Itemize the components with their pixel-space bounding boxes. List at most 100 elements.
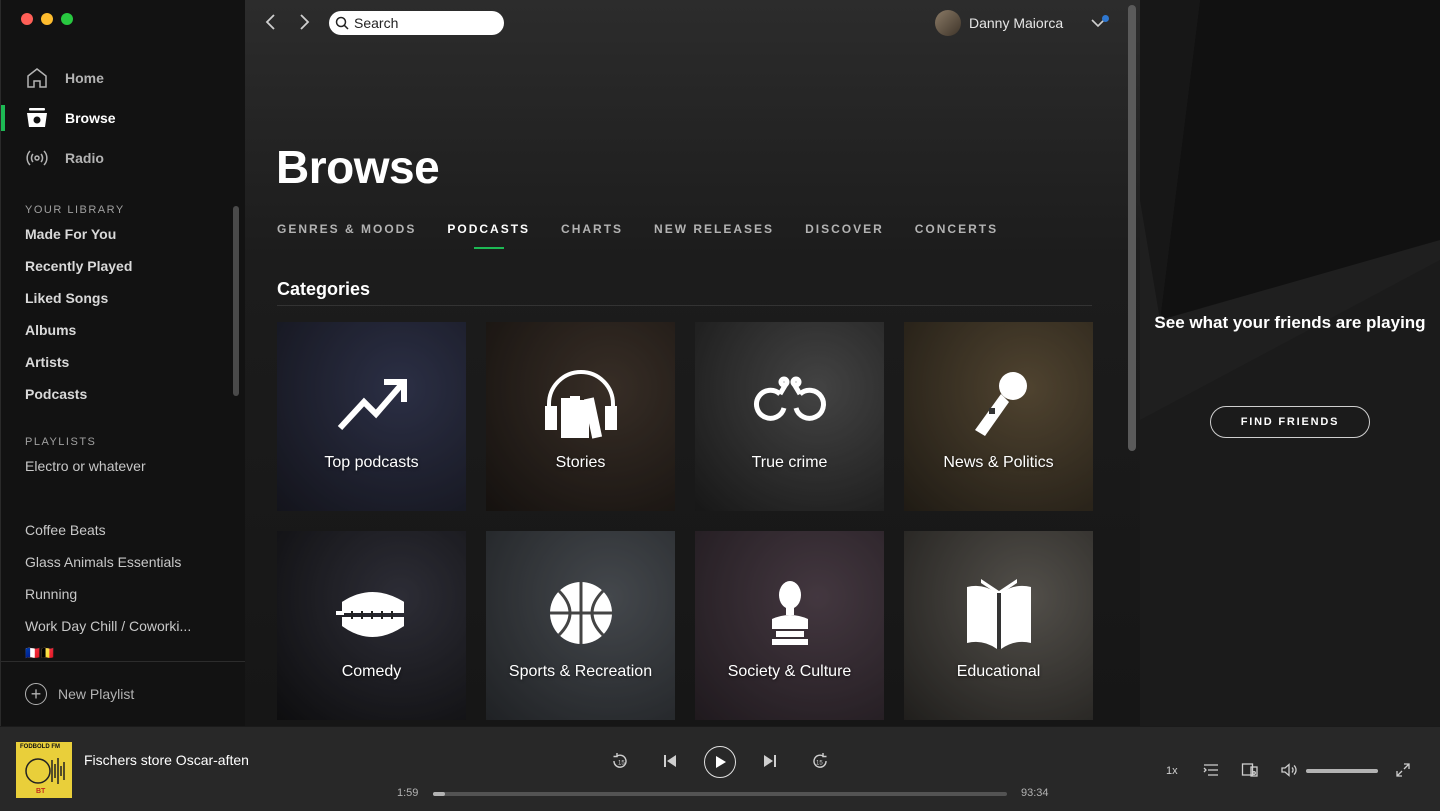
bust-icon <box>771 581 808 645</box>
library-liked-songs[interactable]: Liked Songs <box>25 290 108 306</box>
svg-text:15: 15 <box>618 761 625 767</box>
category-card-sports-recreation[interactable]: Sports & Recreation <box>486 531 675 720</box>
next-track-icon[interactable] <box>760 751 780 771</box>
playback-speed-button[interactable]: 1x <box>1166 765 1178 777</box>
cover-text-bottom: BT <box>36 788 46 795</box>
category-label: Comedy <box>341 663 402 680</box>
page-title: Browse <box>276 141 440 193</box>
back-arrow-icon[interactable] <box>261 12 281 32</box>
microphone-icon <box>974 372 1027 436</box>
tab-charts[interactable]: CHARTS <box>561 222 623 246</box>
search-icon <box>335 16 349 30</box>
library-made-for-you[interactable]: Made For You <box>25 226 116 242</box>
skip-back-15-icon[interactable]: 15 <box>610 751 630 771</box>
category-grid: Top podcasts Stories True crime News & P… <box>277 322 1093 720</box>
library-recently-played[interactable]: Recently Played <box>25 258 132 274</box>
basketball-icon <box>549 582 612 644</box>
volume-icon[interactable] <box>1280 761 1298 779</box>
queue-icon[interactable] <box>1202 761 1220 779</box>
progress-bar[interactable] <box>433 792 1007 796</box>
browse-icon <box>27 108 47 127</box>
top-bar: Danny Maiorca <box>245 0 1125 46</box>
category-label: Educational <box>956 663 1041 680</box>
category-label: True crime <box>751 454 828 471</box>
tab-discover[interactable]: DISCOVER <box>805 222 884 246</box>
headphones-books-icon <box>544 370 617 439</box>
playlist-item[interactable]: Coffee Beats <box>25 522 106 538</box>
category-card-educational[interactable]: Educational <box>904 531 1093 720</box>
open-book-icon <box>966 579 1031 649</box>
playlist-item[interactable]: Glass Animals Essentials <box>25 554 181 570</box>
playlist-item[interactable]: Running <box>25 586 77 602</box>
time-elapsed: 1:59 <box>397 787 419 799</box>
wind-up-teeth-icon <box>335 592 404 637</box>
volume-slider[interactable] <box>1306 769 1378 773</box>
cover-art-graphic <box>25 758 65 784</box>
cover-text-top: FODBOLD FM <box>20 744 60 750</box>
nav-home-label: Home <box>65 70 104 86</box>
sidebar-scrollbar[interactable] <box>233 206 239 396</box>
home-icon <box>27 68 47 88</box>
fullscreen-icon[interactable] <box>1394 761 1412 779</box>
category-card-stories[interactable]: Stories <box>486 322 675 511</box>
tab-concerts[interactable]: CONCERTS <box>915 222 998 246</box>
previous-track-icon[interactable] <box>660 751 680 771</box>
category-card-society-culture[interactable]: Society & Culture <box>695 531 884 720</box>
user-menu[interactable]: Danny Maiorca <box>935 10 1063 36</box>
category-label: Top podcasts <box>324 454 419 471</box>
tab-new-releases[interactable]: NEW RELEASES <box>654 222 774 246</box>
search-input[interactable] <box>354 15 494 31</box>
trending-up-icon <box>337 379 407 431</box>
minimize-window-button[interactable] <box>41 13 53 25</box>
new-playlist-label: New Playlist <box>58 686 135 702</box>
play-icon <box>716 756 726 768</box>
user-name: Danny Maiorca <box>969 15 1064 31</box>
nav-radio[interactable]: Radio <box>1 138 246 178</box>
tab-podcasts[interactable]: PODCASTS <box>447 222 530 249</box>
zoom-window-button[interactable] <box>61 13 73 25</box>
category-card-true-crime[interactable]: True crime <box>695 322 884 511</box>
forward-arrow-icon[interactable] <box>294 12 314 32</box>
category-card-comedy[interactable]: Comedy <box>277 531 466 720</box>
nav-browse[interactable]: Browse <box>1 98 246 138</box>
section-title: Categories <box>277 279 371 299</box>
tab-genres-moods[interactable]: GENRES & MOODS <box>277 222 416 246</box>
new-playlist-button[interactable]: + New Playlist <box>1 661 246 726</box>
library-podcasts[interactable]: Podcasts <box>25 386 87 402</box>
window-controls <box>21 13 73 25</box>
progress-fill <box>433 792 446 796</box>
playlists-heading: PLAYLISTS <box>25 436 97 448</box>
category-label: Society & Culture <box>727 663 852 680</box>
player-bar: FODBOLD FM BT Fischers store Oscar-aften… <box>0 726 1440 811</box>
play-button[interactable] <box>704 746 736 778</box>
category-card-news-politics[interactable]: News & Politics <box>904 322 1093 511</box>
browse-tabs: GENRES & MOODS PODCASTS CHARTS NEW RELEA… <box>277 222 1029 249</box>
main-scrollbar[interactable] <box>1128 5 1136 451</box>
plus-circle-icon: + <box>25 683 47 705</box>
search-box[interactable] <box>329 11 504 35</box>
track-title[interactable]: Fischers store Oscar-aften <box>84 752 249 768</box>
nav-home[interactable]: Home <box>1 58 246 98</box>
library-artists[interactable]: Artists <box>25 354 69 370</box>
playlist-item[interactable]: Electro or whatever <box>25 458 146 474</box>
nav-browse-label: Browse <box>65 110 116 126</box>
category-label: News & Politics <box>943 454 1054 471</box>
playlist-item[interactable]: 🇫🇷🇧🇪 <box>25 646 55 660</box>
skip-forward-15-icon[interactable]: 15 <box>810 751 830 771</box>
devices-icon[interactable] <box>1241 761 1259 779</box>
friends-prompt: See what your friends are playing <box>1154 313 1426 332</box>
time-total: 93:34 <box>1021 787 1049 799</box>
avatar <box>935 10 961 36</box>
find-friends-button[interactable]: FIND FRIENDS <box>1210 406 1370 438</box>
svg-text:15: 15 <box>816 761 823 767</box>
handcuffs-icon <box>753 376 826 421</box>
section-divider <box>277 305 1092 306</box>
category-label: Stories <box>555 454 606 471</box>
playlist-item[interactable]: Work Day Chill / Coworki... <box>25 618 191 634</box>
library-albums[interactable]: Albums <box>25 322 76 338</box>
category-card-top-podcasts[interactable]: Top podcasts <box>277 322 466 511</box>
friend-activity-panel: See what your friends are playing FIND F… <box>1140 0 1440 726</box>
album-cover[interactable]: FODBOLD FM BT <box>16 742 72 798</box>
close-window-button[interactable] <box>21 13 33 25</box>
library-heading: YOUR LIBRARY <box>25 204 125 216</box>
